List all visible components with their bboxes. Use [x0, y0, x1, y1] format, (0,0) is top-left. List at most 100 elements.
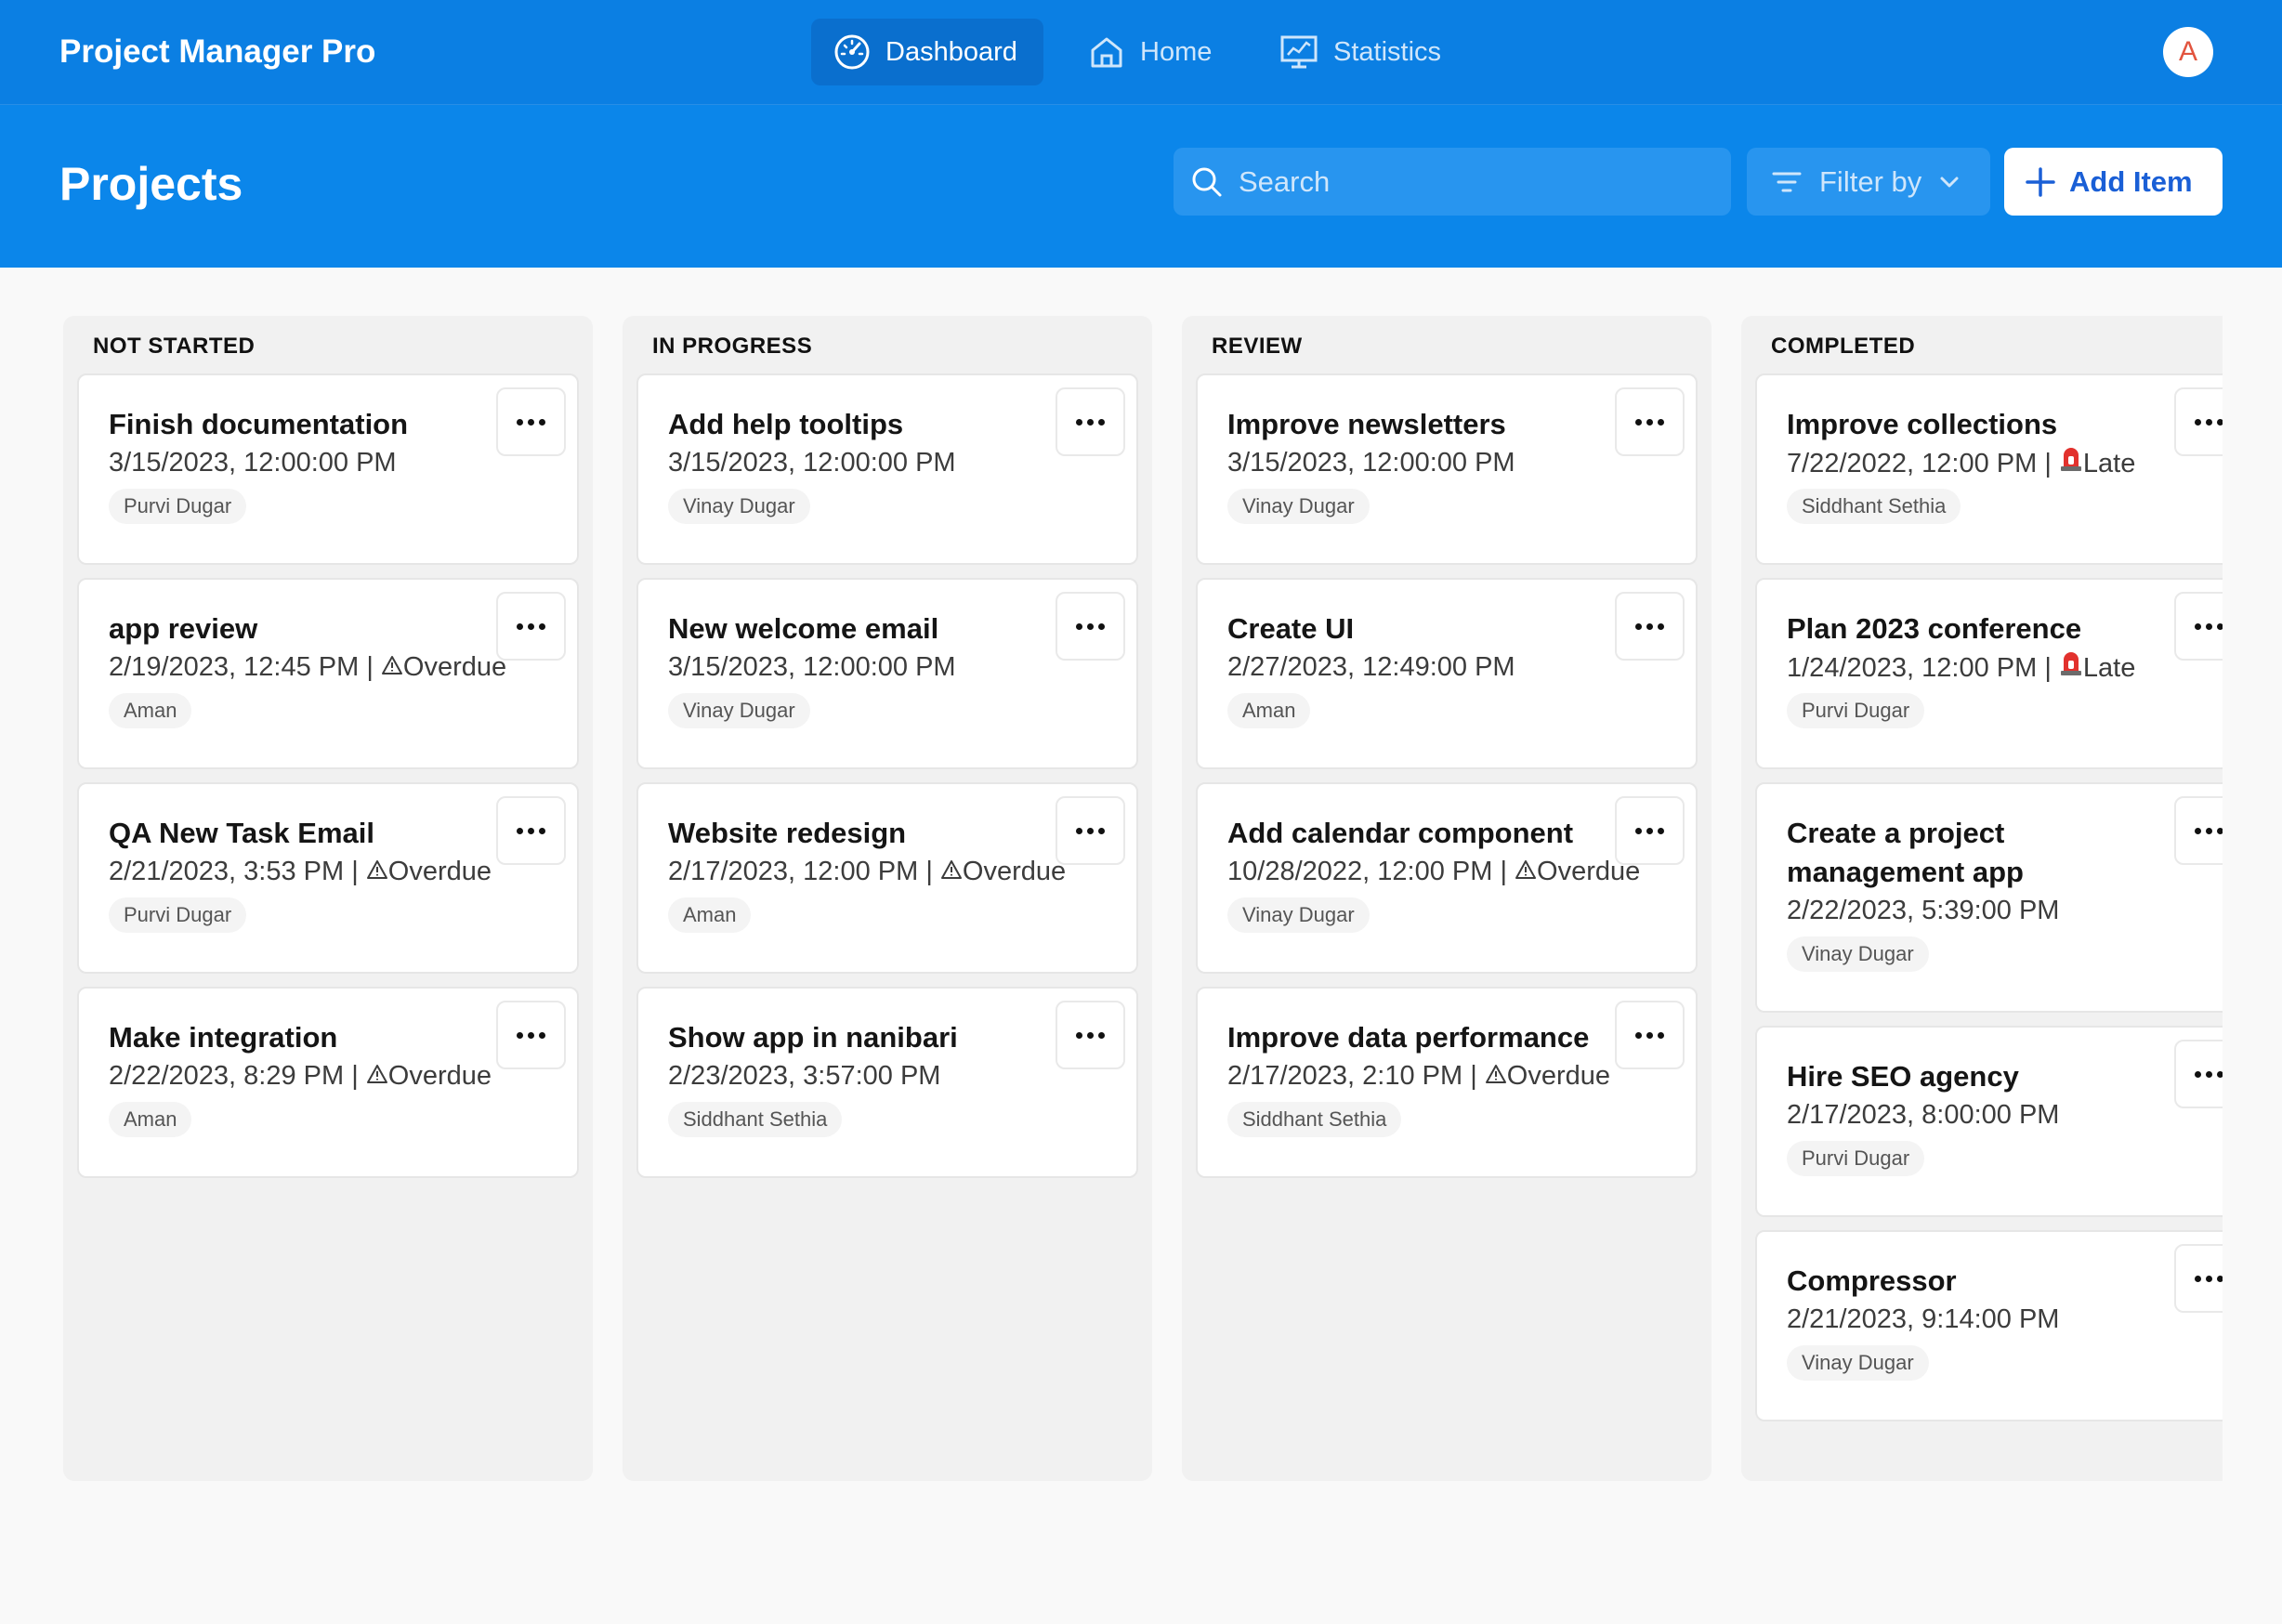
nav-dashboard-label: Dashboard	[885, 36, 1017, 67]
filter-dropdown[interactable]: Filter by	[1747, 148, 1990, 216]
card-date: 2/17/2023, 2:10 PM | Overdue	[1227, 1061, 1611, 1091]
more-options-button[interactable]	[2174, 796, 2223, 865]
card-title: Add calendar component	[1227, 817, 1574, 849]
overdue-status: Overdue	[381, 652, 506, 682]
siren-icon	[2060, 448, 2081, 471]
card-title: Improve newsletters	[1227, 408, 1506, 440]
assignee-tag: Purvi Dugar	[109, 897, 247, 933]
late-status: Late	[2059, 448, 2135, 478]
task-card[interactable]: Create a project management app 2/22/202…	[1755, 782, 2223, 1013]
statistics-icon	[1280, 35, 1318, 69]
column-title: IN PROGRESS	[652, 334, 813, 359]
plus-icon	[2026, 166, 2055, 197]
warning-icon	[366, 1065, 387, 1083]
more-options-button[interactable]	[1615, 387, 1685, 456]
task-card[interactable]: Improve newsletters 3/15/2023, 12:00:00 …	[1196, 373, 1698, 565]
search-input[interactable]	[1239, 153, 1731, 210]
card-title: Compressor	[1787, 1264, 1957, 1297]
task-card[interactable]: Show app in nanibari 2/23/2023, 3:57:00 …	[636, 987, 1138, 1178]
task-card[interactable]: New welcome email 3/15/2023, 12:00:00 PM…	[636, 578, 1138, 769]
card-title: Show app in nanibari	[668, 1021, 958, 1054]
more-options-button[interactable]	[1056, 592, 1125, 661]
column-review: REVIEW Improve newsletters 3/15/2023, 12…	[1182, 316, 1712, 1481]
card-date: 10/28/2022, 12:00 PM | Overdue	[1227, 857, 1641, 886]
app-title[interactable]: Project Manager Pro	[59, 30, 375, 74]
assignee-tag: Aman	[109, 1102, 192, 1137]
card-date: 3/15/2023, 12:00:00 PM	[668, 652, 956, 682]
card-title: Hire SEO agency	[1787, 1060, 2019, 1093]
column-title: REVIEW	[1212, 334, 1303, 359]
card-title: Improve collections	[1787, 408, 2058, 440]
task-card[interactable]: app review 2/19/2023, 12:45 PM | Overdue…	[77, 578, 579, 769]
card-title: New welcome email	[668, 612, 939, 645]
task-card[interactable]: Finish documentation 3/15/2023, 12:00:00…	[77, 373, 579, 565]
more-options-button[interactable]	[496, 796, 566, 865]
card-date: 3/15/2023, 12:00:00 PM	[668, 448, 956, 478]
more-options-button[interactable]	[1056, 387, 1125, 456]
more-options-button[interactable]	[1615, 796, 1685, 865]
card-title: Plan 2023 conference	[1787, 612, 2082, 645]
card-title: app review	[109, 612, 258, 645]
assignee-tag: Siddhant Sethia	[668, 1102, 843, 1137]
nav-dashboard[interactable]: Dashboard	[811, 19, 1043, 85]
kanban-board: NOT STARTED Finish documentation 3/15/20…	[0, 268, 2223, 1624]
task-card[interactable]: Compressor 2/21/2023, 9:14:00 PM Vinay D…	[1755, 1230, 2223, 1421]
task-card[interactable]: Improve data performance 2/17/2023, 2:10…	[1196, 987, 1698, 1178]
add-item-label: Add Item	[2069, 164, 2193, 198]
more-options-button[interactable]	[496, 387, 566, 456]
more-options-button[interactable]	[2174, 592, 2223, 661]
nav-home-label: Home	[1140, 36, 1213, 67]
chevron-down-icon	[1940, 177, 1959, 187]
task-card[interactable]: Make integration 2/22/2023, 8:29 PM | Ov…	[77, 987, 579, 1178]
home-icon	[1091, 37, 1122, 68]
assignee-tag: Vinay Dugar	[668, 693, 810, 728]
warning-icon	[1485, 1065, 1506, 1083]
warning-icon	[366, 860, 387, 879]
assignee-tag: Aman	[1227, 693, 1311, 728]
siren-icon	[2060, 652, 2081, 675]
card-title: Add help tooltips	[668, 408, 904, 440]
more-options-button[interactable]	[496, 1001, 566, 1069]
more-options-button[interactable]	[1056, 796, 1125, 865]
card-title: Create a project management app	[1787, 817, 2024, 888]
warning-icon	[381, 656, 402, 674]
task-card[interactable]: Website redesign 2/17/2023, 12:00 PM | O…	[636, 782, 1138, 974]
card-title: Improve data performance	[1227, 1021, 1590, 1054]
assignee-tag: Vinay Dugar	[1227, 897, 1370, 933]
assignee-tag: Aman	[668, 897, 752, 933]
task-card[interactable]: Plan 2023 conference 1/24/2023, 12:00 PM…	[1755, 578, 2223, 769]
card-date: 2/22/2023, 5:39:00 PM	[1787, 896, 2060, 925]
task-card[interactable]: QA New Task Email 2/21/2023, 3:53 PM | O…	[77, 782, 579, 974]
more-options-button[interactable]	[2174, 1040, 2223, 1108]
task-card[interactable]: Add calendar component 10/28/2022, 12:00…	[1196, 782, 1698, 974]
card-date: 1/24/2023, 12:00 PM | Late	[1787, 648, 2135, 687]
more-options-button[interactable]	[1056, 1001, 1125, 1069]
assignee-tag: Siddhant Sethia	[1227, 1102, 1402, 1137]
more-options-button[interactable]	[496, 592, 566, 661]
more-options-button[interactable]	[2174, 1244, 2223, 1313]
column-completed: COMPLETED Improve collections 7/22/2022,…	[1741, 316, 2223, 1481]
gauge-icon	[834, 34, 870, 70]
assignee-tag: Siddhant Sethia	[1787, 489, 1961, 524]
card-title: Website redesign	[668, 817, 907, 849]
assignee-tag: Aman	[109, 693, 192, 728]
task-card[interactable]: Create UI 2/27/2023, 12:49:00 PM Aman	[1196, 578, 1698, 769]
task-card[interactable]: Add help tooltips 3/15/2023, 12:00:00 PM…	[636, 373, 1138, 565]
nav-statistics-label: Statistics	[1333, 36, 1442, 67]
card-date: 2/17/2023, 12:00 PM | Overdue	[668, 857, 1067, 886]
late-status: Late	[2059, 652, 2135, 683]
avatar[interactable]: A	[2163, 27, 2213, 77]
overdue-status: Overdue	[940, 857, 1066, 886]
more-options-button[interactable]	[2174, 387, 2223, 456]
search-box[interactable]	[1174, 148, 1731, 216]
more-options-button[interactable]	[1615, 1001, 1685, 1069]
nav-home[interactable]: Home	[1088, 19, 1227, 85]
card-date: 2/19/2023, 12:45 PM | Overdue	[109, 652, 507, 682]
more-options-button[interactable]	[1615, 592, 1685, 661]
task-card[interactable]: Hire SEO agency 2/17/2023, 8:00:00 PM Pu…	[1755, 1026, 2223, 1217]
card-date: 2/21/2023, 9:14:00 PM	[1787, 1304, 2060, 1334]
task-card[interactable]: Improve collections 7/22/2022, 12:00 PM …	[1755, 373, 2223, 565]
nav-statistics[interactable]: Statistics	[1279, 19, 1465, 85]
add-item-button[interactable]: Add Item	[2004, 148, 2223, 216]
card-date: 2/21/2023, 3:53 PM | Overdue	[109, 857, 492, 886]
